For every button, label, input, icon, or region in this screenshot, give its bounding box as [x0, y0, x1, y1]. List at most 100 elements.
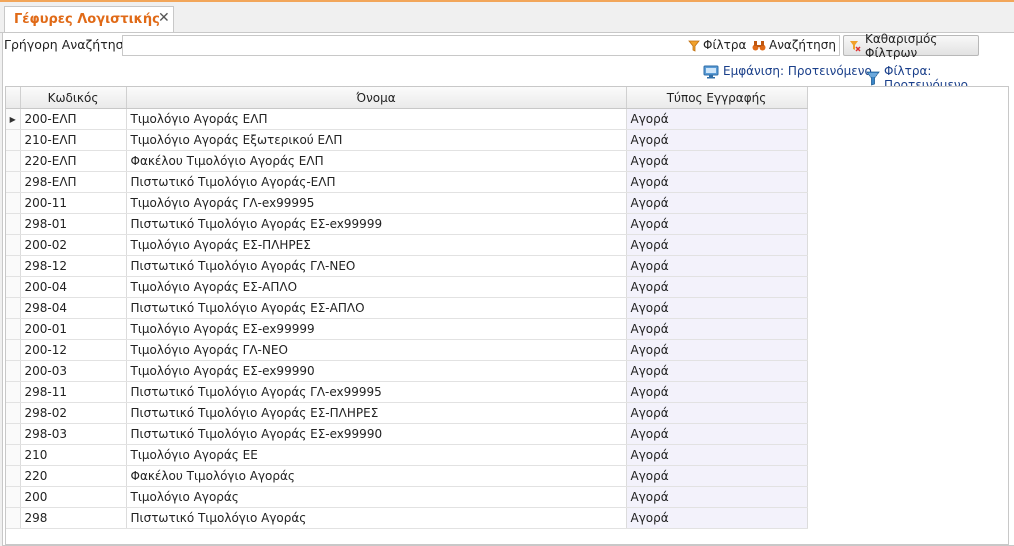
cell-name: Φακέλου Τιμολόγιο Αγοράς — [126, 465, 627, 487]
cell-name: Πιστωτικό Τιμολόγιο Αγοράς ΓΛ-ex99995 — [126, 381, 627, 403]
cell-code: 298-ΕΛΠ — [20, 171, 127, 193]
cell-name: Πιστωτικό Τιμολόγιο Αγοράς ΕΣ-ex99999 — [126, 213, 627, 235]
table-row[interactable]: 298-03 Πιστωτικό Τιμολόγιο Αγοράς ΕΣ-ex99… — [6, 423, 808, 445]
row-indicator — [6, 360, 21, 382]
cell-name: Πιστωτικό Τιμολόγιο Αγοράς — [126, 507, 627, 529]
cell-code: 210-ΕΛΠ — [20, 129, 127, 151]
table-row[interactable]: 298-04 Πιστωτικό Τιμολόγιο Αγοράς ΕΣ-ΑΠΛΟ… — [6, 297, 808, 319]
cell-code: 200-01 — [20, 318, 127, 340]
view-label: Εμφάνιση: Προτεινόμενο — [723, 64, 872, 79]
cell-name: Τιμολόγιο Αγοράς ΕΣ-ΠΛΗΡΕΣ — [126, 234, 627, 256]
cell-type: Αγορά — [626, 171, 808, 193]
cell-name: Τιμολόγιο Αγοράς ΕΕ — [126, 444, 627, 466]
row-indicator — [6, 129, 21, 151]
table-row[interactable]: ▶ 200-ΕΛΠ Τιμολόγιο Αγοράς ΕΛΠ Αγορά — [6, 108, 808, 130]
cell-type: Αγορά — [626, 129, 808, 151]
cell-type: Αγορά — [626, 150, 808, 172]
row-indicator-icon: ▶ — [6, 108, 21, 130]
row-indicator — [6, 297, 21, 319]
column-header-code[interactable]: Κωδικός — [20, 87, 127, 109]
cell-code: 298-01 — [20, 213, 127, 235]
cell-type: Αγορά — [626, 360, 808, 382]
cell-type: Αγορά — [626, 318, 808, 340]
cell-name: Τιμολόγιο Αγοράς ΕΣ-ΑΠΛΟ — [126, 276, 627, 298]
row-indicator — [6, 171, 21, 193]
cell-code: 200-03 — [20, 360, 127, 382]
table-row[interactable]: 200-03 Τιμολόγιο Αγοράς ΕΣ-ex99990 Αγορά — [6, 360, 808, 382]
cell-code: 220-ΕΛΠ — [20, 150, 127, 172]
row-indicator — [6, 465, 21, 487]
filter-button[interactable]: Φίλτρα — [688, 38, 746, 52]
table-row[interactable]: 200-11 Τιμολόγιο Αγοράς ΓΛ-ex99995 Αγορά — [6, 192, 808, 214]
cell-name: Τιμολόγιο Αγοράς ΕΣ-ex99990 — [126, 360, 627, 382]
row-indicator — [6, 507, 21, 529]
view-selector-link[interactable]: Εμφάνιση: Προτεινόμενο — [703, 64, 872, 79]
grid-table: Κωδικός Όνομα Τύπος Εγγραφής ▶ 200-ΕΛΠ Τιμ… — [6, 87, 808, 529]
table-row[interactable]: 298 Πιστωτικό Τιμολόγιο Αγοράς Αγορά — [6, 507, 808, 529]
quick-search-label: Γρήγορη Αναζήτηση — [4, 37, 132, 52]
cell-code: 298-12 — [20, 255, 127, 277]
cell-code: 298 — [20, 507, 127, 529]
table-row[interactable]: 200 Τιμολόγιο Αγοράς Αγορά — [6, 486, 808, 508]
table-row[interactable]: 200-02 Τιμολόγιο Αγοράς ΕΣ-ΠΛΗΡΕΣ Αγορά — [6, 234, 808, 256]
cell-name: Φακέλου Τιμολόγιο Αγοράς ΕΛΠ — [126, 150, 627, 172]
cell-name: Τιμολόγιο Αγοράς ΓΛ-ex99995 — [126, 192, 627, 214]
row-indicator — [6, 339, 21, 361]
cell-code: 220 — [20, 465, 127, 487]
binoculars-icon — [752, 38, 766, 52]
filter-label: Φίλτρα — [703, 38, 747, 52]
table-row[interactable]: 220 Φακέλου Τιμολόγιο Αγοράς Αγορά — [6, 465, 808, 487]
row-indicator — [6, 234, 21, 256]
cell-name: Πιστωτικό Τιμολόγιο Αγοράς ΕΣ-ΠΛΗΡΕΣ — [126, 402, 627, 424]
table-row[interactable]: 298-01 Πιστωτικό Τιμολόγιο Αγοράς ΕΣ-ex99… — [6, 213, 808, 235]
table-row[interactable]: 298-ΕΛΠ Πιστωτικό Τιμολόγιο Αγοράς-ΕΛΠ Αγο… — [6, 171, 808, 193]
cell-code: 298-04 — [20, 297, 127, 319]
cell-code: 200-04 — [20, 276, 127, 298]
row-indicator — [6, 381, 21, 403]
cell-type: Αγορά — [626, 108, 808, 130]
row-indicator — [6, 402, 21, 424]
table-row[interactable]: 298-11 Πιστωτικό Τιμολόγιο Αγοράς ΓΛ-ex99… — [6, 381, 808, 403]
tab-accounting-bridges[interactable]: Γέφυρες Λογιστικής ✕ — [4, 6, 174, 32]
filter-icon — [688, 38, 700, 52]
clear-filter-icon — [849, 39, 861, 53]
cell-name: Πιστωτικό Τιμολόγιο Αγοράς-ΕΛΠ — [126, 171, 627, 193]
column-header-name[interactable]: Όνομα — [126, 87, 627, 109]
cell-name: Τιμολόγιο Αγοράς — [126, 486, 627, 508]
search-button[interactable]: Αναζήτηση — [752, 38, 836, 52]
grid-header-row: Κωδικός Όνομα Τύπος Εγγραφής — [6, 87, 808, 109]
cell-type: Αγορά — [626, 339, 808, 361]
table-row[interactable]: 210 Τιμολόγιο Αγοράς ΕΕ Αγορά — [6, 444, 808, 466]
row-indicator — [6, 318, 21, 340]
clear-filters-button[interactable]: Καθαρισμός Φίλτρων — [843, 32, 979, 60]
cell-code: 210 — [20, 444, 127, 466]
cell-type: Αγορά — [626, 297, 808, 319]
table-row[interactable]: 200-04 Τιμολόγιο Αγοράς ΕΣ-ΑΠΛΟ Αγορά — [6, 276, 808, 298]
cell-type: Αγορά — [626, 423, 808, 445]
cell-code: 298-11 — [20, 381, 127, 403]
column-header-type[interactable]: Τύπος Εγγραφής — [626, 87, 808, 109]
table-row[interactable]: 210-ΕΛΠ Τιμολόγιο Αγοράς Εξωτερικού ΕΛΠ Αγ… — [6, 129, 808, 151]
table-row[interactable]: 298-02 Πιστωτικό Τιμολόγιο Αγοράς ΕΣ-ΠΛΗΡ… — [6, 402, 808, 424]
cell-type: Αγορά — [626, 465, 808, 487]
cell-name: Πιστωτικό Τιμολόγιο Αγοράς ΕΣ-ΑΠΛΟ — [126, 297, 627, 319]
row-indicator — [6, 255, 21, 277]
cell-name: Πιστωτικό Τιμολόγιο Αγοράς ΕΣ-ex99990 — [126, 423, 627, 445]
cell-name: Τιμολόγιο Αγοράς Εξωτερικού ΕΛΠ — [126, 129, 627, 151]
cell-code: 200-12 — [20, 339, 127, 361]
table-row[interactable]: 220-ΕΛΠ Φακέλου Τιμολόγιο Αγοράς ΕΛΠ Αγορά — [6, 150, 808, 172]
table-row[interactable]: 200-12 Τιμολόγιο Αγοράς ΓΛ-ΝΕΟ Αγορά — [6, 339, 808, 361]
cell-code: 200-11 — [20, 192, 127, 214]
search-label: Αναζήτηση — [769, 38, 836, 52]
close-icon[interactable]: ✕ — [158, 10, 170, 26]
cell-type: Αγορά — [626, 192, 808, 214]
cell-code: 298-03 — [20, 423, 127, 445]
table-row[interactable]: 298-12 Πιστωτικό Τιμολόγιο Αγοράς ΓΛ-ΝΕΟ Α… — [6, 255, 808, 277]
cell-name: Τιμολόγιο Αγοράς ΕΛΠ — [126, 108, 627, 130]
data-grid: Κωδικός Όνομα Τύπος Εγγραφής ▶ 200-ΕΛΠ Τιμ… — [5, 86, 1009, 545]
row-indicator — [6, 150, 21, 172]
table-row[interactable]: 200-01 Τιμολόγιο Αγοράς ΕΣ-ex99999 Αγορά — [6, 318, 808, 340]
row-indicator — [6, 444, 21, 466]
cell-type: Αγορά — [626, 486, 808, 508]
clear-filters-label: Καθαρισμός Φίλτρων — [865, 31, 938, 60]
